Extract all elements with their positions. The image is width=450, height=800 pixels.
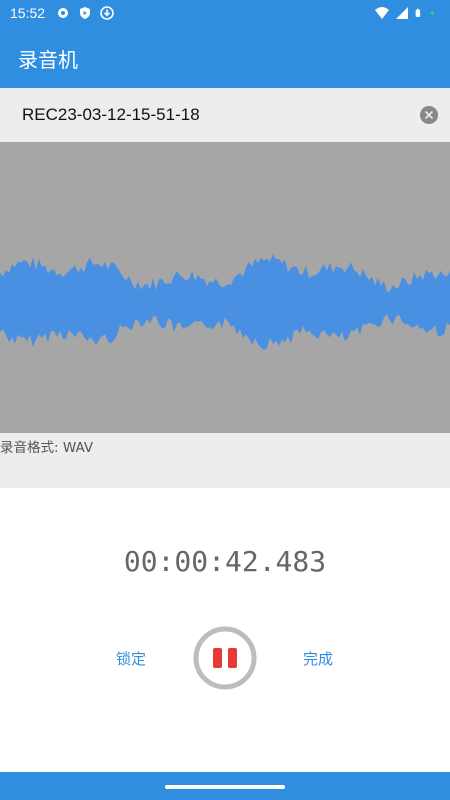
download-icon: [100, 6, 114, 20]
dot-icon: [430, 11, 434, 15]
done-button[interactable]: 完成: [303, 648, 333, 669]
status-bar: 15:52: [0, 0, 450, 28]
navigation-bar: [0, 772, 450, 800]
home-indicator[interactable]: [165, 785, 285, 789]
app-bar: 录音机: [0, 28, 450, 88]
pause-icon: [193, 626, 257, 690]
shield-icon: [80, 7, 90, 19]
lock-button[interactable]: 锁定: [116, 648, 146, 669]
status-icons-left: [56, 6, 114, 20]
recording-timer: 00:00:42.483: [123, 545, 327, 578]
page-title: 录音机: [18, 48, 78, 72]
battery-icon: [415, 8, 421, 17]
clear-icon[interactable]: [420, 106, 438, 124]
signal-icon: [396, 7, 408, 19]
file-name-row: REC23-03-12-15-51-18: [0, 88, 450, 142]
settings-icon: [58, 8, 68, 18]
waveform: [0, 254, 450, 350]
status-time: 15:52: [10, 5, 46, 21]
format-label: 录音格式: WAV: [0, 440, 94, 456]
file-name-text[interactable]: REC23-03-12-15-51-18: [22, 105, 200, 125]
format-row: 录音格式: WAV: [0, 433, 450, 488]
pause-button[interactable]: [192, 625, 258, 691]
status-icons-right: [375, 6, 438, 20]
waveform-view: [0, 142, 450, 433]
wifi-icon: [375, 7, 389, 19]
